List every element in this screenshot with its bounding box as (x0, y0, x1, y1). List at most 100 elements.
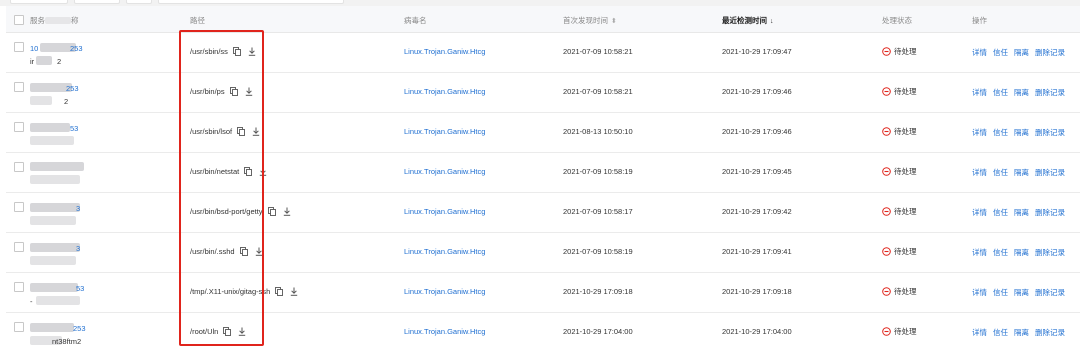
server-ip-link[interactable]: 10 (30, 44, 38, 53)
copy-icon[interactable] (239, 247, 248, 256)
copy-icon[interactable] (244, 167, 253, 176)
delete-record-link[interactable]: 删除记录 (1035, 88, 1065, 97)
isolate-link[interactable]: 隔离 (1014, 88, 1029, 97)
row-checkbox[interactable] (14, 42, 24, 52)
server-name: - (30, 297, 33, 306)
download-icon[interactable] (259, 167, 267, 176)
download-icon[interactable] (248, 47, 256, 56)
row-checkbox[interactable] (14, 242, 24, 252)
redacted-block (30, 123, 70, 132)
row-checkbox[interactable] (14, 202, 24, 212)
delete-record-link[interactable]: 删除记录 (1035, 248, 1065, 257)
trust-link[interactable]: 信任 (993, 128, 1008, 137)
detail-link[interactable]: 详情 (972, 288, 987, 297)
download-icon[interactable] (283, 207, 291, 216)
isolate-link[interactable]: 隔离 (1014, 328, 1029, 337)
isolate-link[interactable]: 隔离 (1014, 248, 1029, 257)
server-ip-tail[interactable]: 53 (76, 284, 84, 293)
download-icon[interactable] (255, 247, 263, 256)
trust-link[interactable]: 信任 (993, 288, 1008, 297)
virus-name-link[interactable]: Linux.Trojan.Ganiw.Htcg (404, 47, 485, 56)
row-actions: 详情 信任 隔离 删除记录 (972, 87, 1065, 98)
column-header-virus: 病毒名 (404, 16, 427, 25)
detail-link[interactable]: 详情 (972, 208, 987, 217)
trust-link[interactable]: 信任 (993, 48, 1008, 57)
toolbar-search[interactable] (158, 0, 344, 4)
trust-link[interactable]: 信任 (993, 88, 1008, 97)
detail-link[interactable]: 详情 (972, 48, 987, 57)
virus-name-link[interactable]: Linux.Trojan.Ganiw.Htcg (404, 167, 485, 176)
isolate-link[interactable]: 隔离 (1014, 288, 1029, 297)
server-ip-tail[interactable]: 253 (73, 324, 86, 333)
detail-link[interactable]: 详情 (972, 88, 987, 97)
server-ip-tail[interactable]: 253 (66, 84, 79, 93)
isolate-link[interactable]: 隔离 (1014, 208, 1029, 217)
virus-name-link[interactable]: Linux.Trojan.Ganiw.Htcg (404, 327, 485, 336)
delete-record-link[interactable]: 删除记录 (1035, 328, 1065, 337)
detail-link[interactable]: 详情 (972, 168, 987, 177)
redacted-block (30, 256, 76, 265)
trust-link[interactable]: 信任 (993, 208, 1008, 217)
toolbar-control[interactable] (10, 0, 68, 4)
delete-record-link[interactable]: 删除记录 (1035, 208, 1065, 217)
delete-record-link[interactable]: 删除记录 (1035, 288, 1065, 297)
status-badge: 待处理 (882, 86, 917, 97)
select-all-checkbox[interactable] (14, 15, 24, 25)
status-badge: 待处理 (882, 206, 917, 217)
toolbar-control[interactable] (126, 0, 152, 4)
copy-icon[interactable] (275, 287, 284, 296)
sort-desc-icon[interactable]: ↓ (770, 18, 774, 25)
virus-name-link[interactable]: Linux.Trojan.Ganiw.Htcg (404, 287, 485, 296)
sort-both-icon[interactable]: ⬍ (611, 18, 617, 25)
copy-icon[interactable] (223, 327, 232, 336)
virus-name-link[interactable]: Linux.Trojan.Ganiw.Htcg (404, 127, 485, 136)
copy-icon[interactable] (237, 127, 246, 136)
table-row: 3 /usr/bin/bsd-port/getty Linux.Trojan.G… (6, 193, 1080, 233)
last-detected-time: 2021-10-29 17:09:45 (722, 167, 792, 176)
download-icon[interactable] (245, 87, 253, 96)
server-ip-tail[interactable]: 53 (70, 124, 78, 133)
server-ip-tail[interactable]: 3 (76, 244, 80, 253)
copy-icon[interactable] (229, 87, 238, 96)
isolate-link[interactable]: 隔离 (1014, 168, 1029, 177)
last-detected-time: 2021-10-29 17:09:42 (722, 207, 792, 216)
minus-circle-icon (882, 207, 891, 216)
delete-record-link[interactable]: 删除记录 (1035, 128, 1065, 137)
trust-link[interactable]: 信任 (993, 168, 1008, 177)
virus-name-link[interactable]: Linux.Trojan.Ganiw.Htcg (404, 247, 485, 256)
download-icon[interactable] (238, 327, 246, 336)
column-header-last-detected[interactable]: 最近检测时间 ↓ (722, 15, 774, 26)
row-checkbox[interactable] (14, 122, 24, 132)
detail-link[interactable]: 详情 (972, 328, 987, 337)
isolate-link[interactable]: 隔离 (1014, 128, 1029, 137)
copy-icon[interactable] (232, 47, 241, 56)
row-actions: 详情 信任 隔离 删除记录 (972, 287, 1065, 298)
download-icon[interactable] (252, 127, 260, 136)
server-ip-tail[interactable]: 3 (76, 204, 80, 213)
row-actions: 详情 信任 隔离 删除记录 (972, 167, 1065, 178)
isolate-link[interactable]: 隔离 (1014, 48, 1029, 57)
detail-link[interactable]: 详情 (972, 128, 987, 137)
delete-record-link[interactable]: 删除记录 (1035, 168, 1065, 177)
trust-link[interactable]: 信任 (993, 328, 1008, 337)
virus-name-link[interactable]: Linux.Trojan.Ganiw.Htcg (404, 207, 485, 216)
download-icon[interactable] (290, 287, 298, 296)
row-checkbox[interactable] (14, 282, 24, 292)
detail-link[interactable]: 详情 (972, 248, 987, 257)
virus-name-link[interactable]: Linux.Trojan.Ganiw.Htcg (404, 87, 485, 96)
last-detected-time: 2021-10-29 17:04:00 (722, 327, 792, 336)
minus-circle-icon (882, 87, 891, 96)
row-checkbox[interactable] (14, 82, 24, 92)
toolbar-control[interactable] (74, 0, 120, 4)
delete-record-link[interactable]: 删除记录 (1035, 48, 1065, 57)
trust-link[interactable]: 信任 (993, 248, 1008, 257)
column-header-server: 服务称 (30, 16, 79, 25)
redacted-block (30, 96, 52, 105)
last-detected-time: 2021-10-29 17:09:47 (722, 47, 792, 56)
first-seen-time: 2021-07-09 10:58:21 (563, 87, 633, 96)
copy-icon[interactable] (267, 207, 276, 216)
server-ip-tail[interactable]: 253 (70, 44, 83, 53)
row-checkbox[interactable] (14, 162, 24, 172)
column-header-first-seen[interactable]: 首次发现时间 ⬍ (563, 15, 617, 26)
row-checkbox[interactable] (14, 322, 24, 332)
